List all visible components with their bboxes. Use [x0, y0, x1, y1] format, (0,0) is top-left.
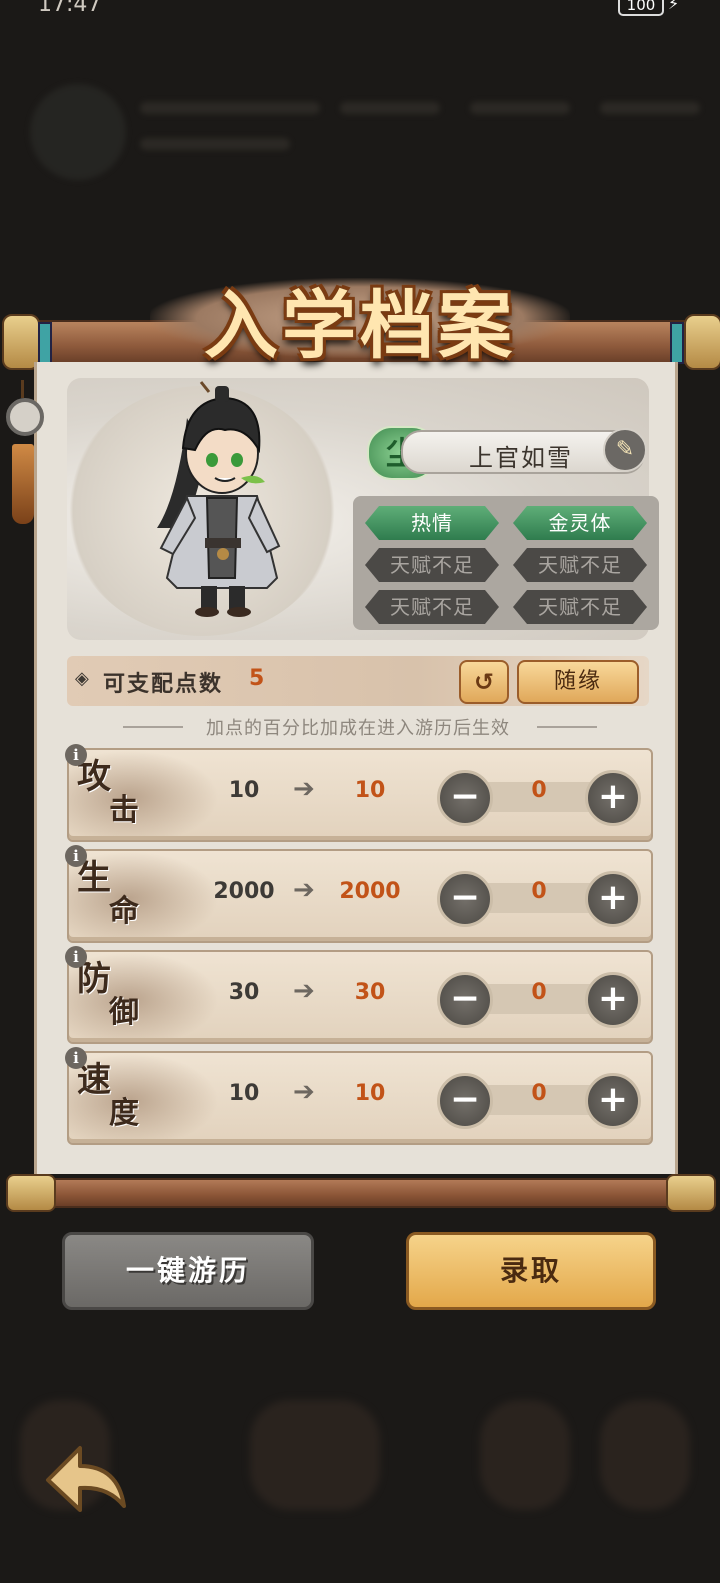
arrow-right-icon: ➔: [293, 875, 315, 905]
stat-result: 30: [354, 980, 386, 1005]
charging-icon: ⚡: [668, 0, 680, 13]
plus-button[interactable]: +: [585, 770, 641, 826]
stat-base: 10: [228, 778, 260, 803]
scroll-rod-cap-right: [684, 314, 720, 370]
stat-name: 防 御: [77, 962, 187, 1032]
stat-row-health: 生 命 i 2000 ➔ 2000 − 0 +: [65, 845, 653, 943]
info-icon[interactable]: i: [65, 845, 87, 867]
talent-tag-empty[interactable]: 天赋不足: [513, 548, 647, 582]
background-avatar: [30, 84, 126, 180]
stat-name-char: 御: [109, 995, 139, 1030]
stat-name: 生 命: [77, 861, 187, 931]
admit-button[interactable]: 录取: [406, 1232, 656, 1310]
character-portrait: [157, 381, 281, 617]
allocated-points: 0: [531, 778, 547, 803]
stat-name-char: 速: [77, 1060, 111, 1100]
background-line: [600, 102, 700, 114]
scroll-rod-ring-right: [670, 322, 684, 364]
stat-row-speed: 速 度 i 10 ➔ 10 − 0 +: [65, 1047, 653, 1145]
arrow-right-icon: ➔: [293, 1077, 315, 1107]
minus-button[interactable]: −: [437, 972, 493, 1028]
info-icon[interactable]: i: [65, 1047, 87, 1069]
reset-button[interactable]: ↺: [459, 660, 509, 704]
jade-ring-icon: [6, 398, 44, 436]
talent-tag[interactable]: 金灵体: [513, 506, 647, 540]
character-name: 上官如雪: [469, 444, 573, 472]
background-line: [140, 102, 320, 114]
stat-base: 2000: [213, 879, 275, 904]
scroll-bottom-rod: [0, 1170, 720, 1214]
scroll-rod-cap-right: [666, 1174, 716, 1212]
background-header: [20, 78, 710, 188]
points-bar: ◈ 可支配点数 5 ↺ 随缘: [67, 656, 649, 706]
tassel-fringe: [12, 444, 34, 524]
info-icon[interactable]: i: [65, 946, 87, 968]
background-figure: [600, 1400, 690, 1510]
stat-name-char: 攻: [77, 757, 111, 797]
background-line: [470, 102, 570, 114]
info-icon[interactable]: i: [65, 744, 87, 766]
stat-name-char: 防: [77, 959, 111, 999]
background-line: [340, 102, 440, 114]
stat-name: 速 度: [77, 1063, 187, 1133]
talent-tag-empty[interactable]: 天赋不足: [513, 590, 647, 624]
random-allocate-button[interactable]: 随缘: [517, 660, 639, 704]
divider: [537, 726, 597, 728]
talent-tag-empty[interactable]: 天赋不足: [365, 590, 499, 624]
background-figure: [480, 1400, 570, 1510]
title-banner: 入学档案: [150, 248, 570, 369]
one-click-explore-button[interactable]: 一键游历: [62, 1232, 314, 1310]
background-line: [140, 138, 290, 150]
arrow-right-icon: ➔: [293, 976, 315, 1006]
battery-icon: 100: [618, 0, 664, 16]
points-label: 可支配点数: [103, 672, 224, 697]
allocated-points: 0: [531, 980, 547, 1005]
stat-name-char: 击: [109, 793, 139, 828]
undo-icon: ↺: [473, 668, 495, 696]
allocated-points: 0: [531, 879, 547, 904]
scroll-rod-ring-left: [38, 322, 52, 364]
plus-button[interactable]: +: [585, 1073, 641, 1129]
brush-icon[interactable]: ✎: [603, 428, 647, 472]
scroll-rod-cap-left: [6, 1174, 56, 1212]
allocated-points: 0: [531, 1081, 547, 1106]
page-title: 入学档案: [204, 283, 516, 369]
status-bar: 17:47 100 ⚡: [0, 0, 720, 20]
minus-button[interactable]: −: [437, 1073, 493, 1129]
points-value: 5: [249, 666, 265, 691]
stat-row-attack: 攻 击 i 10 ➔ 10 − 0 +: [65, 744, 653, 842]
minus-button[interactable]: −: [437, 770, 493, 826]
admission-panel: 尘 上官如雪 ✎ 热情 金灵体 天赋不足 天赋不足 天赋不足 天赋不足 ◈ 可支…: [34, 362, 678, 1174]
stat-base: 30: [228, 980, 260, 1005]
talent-tag[interactable]: 热情: [365, 506, 499, 540]
arrow-right-icon: ➔: [293, 774, 315, 804]
scroll-rod-bar: [30, 1178, 694, 1208]
stat-name-char: 生: [77, 858, 111, 898]
diamond-icon: ◈: [75, 668, 89, 689]
background-figure: [250, 1400, 380, 1510]
stat-result: 2000: [339, 879, 401, 904]
plus-button[interactable]: +: [585, 972, 641, 1028]
back-arrow-icon[interactable]: [40, 1440, 132, 1526]
stat-result: 10: [354, 1081, 386, 1106]
talent-tag-empty[interactable]: 天赋不足: [365, 548, 499, 582]
stat-name-char: 命: [109, 894, 139, 929]
tassel-ornament: [4, 380, 44, 550]
minus-button[interactable]: −: [437, 871, 493, 927]
stat-name-char: 度: [109, 1096, 139, 1131]
plus-button[interactable]: +: [585, 871, 641, 927]
stat-result: 10: [354, 778, 386, 803]
tassel-cord: [21, 380, 24, 398]
stat-name: 攻 击: [77, 760, 187, 830]
stat-row-defense: 防 御 i 30 ➔ 30 − 0 +: [65, 946, 653, 1044]
stat-base: 10: [228, 1081, 260, 1106]
portrait-area: 尘 上官如雪 ✎ 热情 金灵体 天赋不足 天赋不足 天赋不足 天赋不足: [67, 378, 659, 640]
talent-grid: 热情 金灵体 天赋不足 天赋不足 天赋不足 天赋不足: [353, 496, 659, 630]
status-time: 17:47: [38, 0, 102, 17]
